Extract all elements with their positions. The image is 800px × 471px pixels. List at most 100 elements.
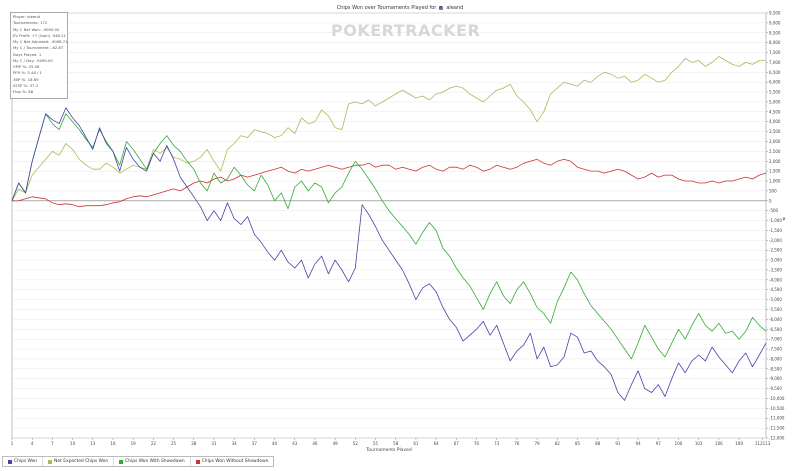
legend-swatch <box>195 459 200 464</box>
legend-item-net-expected[interactable]: Net Expected Chips Won <box>43 457 115 466</box>
x-tick-label: 55 <box>373 441 379 446</box>
legend-label: Chips Won With Showdown <box>125 459 185 464</box>
chart-legend: Chips Won Net Expected Chips Won Chips W… <box>2 456 275 467</box>
y-tick-label: 9,000 <box>769 20 781 25</box>
x-tick-label: 106 <box>715 441 723 446</box>
x-tick-label: 52 <box>353 441 359 446</box>
x-tick-label: 34 <box>232 441 238 446</box>
x-tick-label: 22 <box>151 441 157 446</box>
y-tick-label: 0 <box>769 198 772 203</box>
y-tick-label: 3,000 <box>769 139 781 144</box>
y-tick-label: -11,000 <box>769 416 785 421</box>
y-tick-label: 2,000 <box>769 159 781 164</box>
x-tick-label: 31 <box>211 441 217 446</box>
y-tick-label: 4,500 <box>769 109 781 114</box>
y-tick-label: -12,000 <box>769 436 785 441</box>
x-tick-label: 13 <box>90 441 96 446</box>
y-tick-label: -5,500 <box>769 307 782 312</box>
x-tick-label: 85 <box>575 441 581 446</box>
legend-item-with-showdown[interactable]: Chips Won With Showdown <box>114 457 191 466</box>
y-tick-label: 7,500 <box>769 50 781 55</box>
x-tick-label: 88 <box>595 441 601 446</box>
x-tick-label: 91 <box>615 441 621 446</box>
x-tick-label: 79 <box>535 441 541 446</box>
y-tick-label: -3,500 <box>769 267 782 272</box>
player-stats-box: Player: aleand Tournaments: 172 My C Net… <box>10 12 68 99</box>
x-tick-label: 7 <box>51 441 54 446</box>
pokertracker-watermark-logo: POKERTRACKER <box>331 21 481 40</box>
y-tick-label: 5,000 <box>769 99 781 104</box>
x-tick-label: 25 <box>171 441 177 446</box>
legend-swatch <box>119 459 124 464</box>
x-tick-label: 73 <box>494 441 500 446</box>
x-tick-label: 37 <box>252 441 258 446</box>
x-tick-label: 61 <box>413 441 419 446</box>
y-tick-label: -8,500 <box>769 366 782 371</box>
x-tick-label: 76 <box>514 441 520 446</box>
x-axis-label: Tournaments Played <box>365 447 412 451</box>
legend-swatch <box>8 459 12 464</box>
x-tick-label: 19 <box>131 441 137 446</box>
x-tick-label: 28 <box>191 441 197 446</box>
y-tick-label: -6,500 <box>769 327 782 332</box>
y-tick-label: 6,000 <box>769 80 781 85</box>
y-tick-label: -2,500 <box>769 248 782 253</box>
x-tick-label: 40 <box>272 441 278 446</box>
y-tick-label: 8,500 <box>769 30 781 35</box>
x-tick-label: 94 <box>636 441 642 446</box>
legend-label: Chips Won <box>14 459 38 464</box>
y-tick-label: -2,000 <box>769 238 782 243</box>
y-axis-label: # <box>782 217 786 223</box>
x-tick-label: 43 <box>292 441 298 446</box>
legend-item-chips-won[interactable]: Chips Won <box>3 457 44 466</box>
legend-item-without-showdown[interactable]: Chips Won Without Showdown <box>191 457 274 466</box>
y-tick-label: -10,000 <box>769 396 785 401</box>
chips-won-chart: 9,500 9,000 8,500 8,000 7,500 7,000 6,500 6,000… <box>11 11 786 452</box>
x-tick-label: 103 <box>695 441 703 446</box>
y-tick-label: -4,000 <box>769 277 782 282</box>
x-tick-label: 97 <box>656 441 662 446</box>
y-tick-label: -500 <box>769 208 779 213</box>
legend-label: Chips Won Without Showdown <box>201 459 269 464</box>
y-tick-label: 6,500 <box>769 70 781 75</box>
x-tick-label: 16 <box>110 441 116 446</box>
x-tick-label: 10 <box>70 441 76 446</box>
x-tick-label: 70 <box>474 441 480 446</box>
stat-line: My C / Tournament: -82.87 <box>13 45 64 51</box>
y-tick-label: -4,500 <box>769 287 782 292</box>
x-tick-label: 1 <box>11 441 14 446</box>
y-tick-label: -7,500 <box>769 347 782 352</box>
y-tick-label: -10,500 <box>769 406 785 411</box>
stat-line: My C Net Won: -9090.00 <box>13 26 60 32</box>
y-tick-label: 500 <box>769 188 777 193</box>
stat-line: Flop %: 88 <box>13 89 34 94</box>
plot-area <box>11 12 767 439</box>
y-tick-label: -11,500 <box>769 426 785 431</box>
x-tick-label: 100 <box>675 441 683 446</box>
x-tick-label: 109 <box>735 441 743 446</box>
legend-swatch <box>48 459 53 464</box>
y-tick-label: -9,000 <box>769 376 782 381</box>
y-tick-label: -3,000 <box>769 258 782 263</box>
x-tick-label: 82 <box>555 441 561 446</box>
legend-label: Net Expected Chips Won <box>54 459 109 464</box>
x-tick-label: 112113 <box>755 441 771 446</box>
y-tick-label: 5,500 <box>769 90 781 95</box>
y-tick-label: 8,000 <box>769 40 781 45</box>
y-tick-label: 3,500 <box>769 129 781 134</box>
y-tick-label: 1,000 <box>769 179 781 184</box>
y-tick-label: 1,500 <box>769 169 781 174</box>
y-tick-label: -7,000 <box>769 337 782 342</box>
y-tick-label: -1,000 <box>769 218 782 223</box>
y-tick-label: -1,500 <box>769 228 782 233</box>
x-tick-label: 49 <box>333 441 339 446</box>
y-tick-label: 4,000 <box>769 119 781 124</box>
y-tick-label: 2,500 <box>769 149 781 154</box>
x-tick-label: 67 <box>454 441 460 446</box>
y-tick-label: -9,500 <box>769 386 782 391</box>
y-tick-label: -6,000 <box>769 317 782 322</box>
y-tick-label: 7,000 <box>769 60 781 65</box>
y-tick-label: -8,000 <box>769 356 782 361</box>
y-tick-label: 9,500 <box>769 11 781 16</box>
x-tick-label: 46 <box>312 441 318 446</box>
